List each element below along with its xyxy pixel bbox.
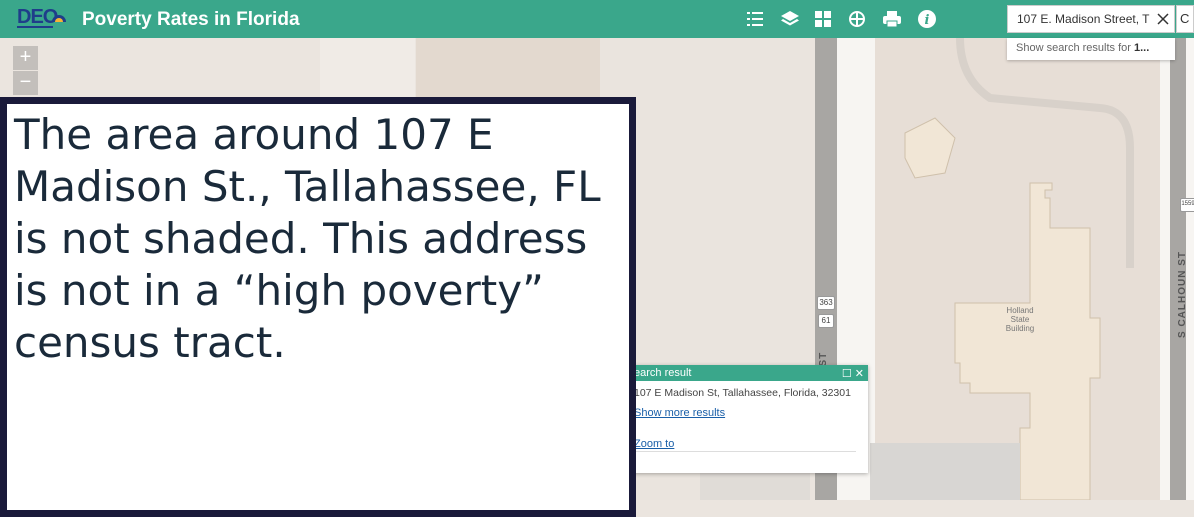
show-more-results-link[interactable]: Show more results: [634, 407, 856, 420]
popup-header: earch result ☐ ✕: [622, 365, 868, 381]
result-address: 107 E Madison St, Tallahassee, Florida, …: [634, 387, 851, 399]
zoom-to-link[interactable]: Zoom to: [634, 438, 856, 451]
app-title: Poverty Rates in Florida: [82, 9, 300, 30]
logo-underline: [17, 26, 53, 28]
building-label-line: Holland: [1006, 306, 1034, 315]
zoom-in-button[interactable]: +: [13, 46, 38, 70]
building-label-line: Building: [1005, 324, 1035, 333]
close-icon[interactable]: ✕: [855, 368, 864, 380]
popup-divider: [634, 451, 856, 452]
search-box: [1007, 5, 1175, 33]
search-suggestion[interactable]: Show search results for 1...: [1007, 38, 1175, 60]
info-icon[interactable]: i: [916, 8, 938, 30]
legend-icon[interactable]: [744, 8, 766, 30]
route-shield: 1559: [1180, 198, 1194, 212]
callout-text: The area around 107 E Madison St., Talla…: [14, 110, 601, 367]
popup-title: earch result: [634, 367, 692, 379]
route-shield: 363: [817, 296, 835, 310]
print-icon[interactable]: [881, 8, 903, 30]
widgets-icon[interactable]: [846, 8, 868, 30]
popup-body: 107 E Madison St, Tallahassee, Florida, …: [622, 381, 868, 457]
layers-icon[interactable]: [779, 8, 801, 30]
building-label-line: State: [1010, 315, 1030, 324]
zoom-controls: + −: [13, 46, 38, 96]
maximize-icon[interactable]: ☐: [842, 368, 852, 380]
annotation-callout: The area around 107 E Madison St., Talla…: [0, 97, 636, 517]
search-result-popup: earch result ☐ ✕ 107 E Madison St, Talla…: [622, 365, 868, 473]
app-header: DEO Poverty Rates in Florida i 107 E. Ma…: [0, 0, 1194, 38]
svg-text:i: i: [925, 13, 930, 28]
clear-icon[interactable]: [1156, 12, 1170, 26]
suggestion-prefix: Show search results for: [1016, 42, 1134, 54]
deo-logo[interactable]: DEO: [17, 6, 71, 32]
search-button[interactable]: C: [1176, 5, 1194, 33]
sun-icon: [52, 15, 66, 22]
popup-controls: ☐ ✕: [842, 366, 864, 382]
basemap-gallery-icon[interactable]: [812, 8, 834, 30]
building-label: Holland State Building: [1000, 306, 1040, 333]
suggestion-term: 1...: [1134, 42, 1150, 54]
zoom-out-button[interactable]: −: [13, 71, 38, 95]
search-input[interactable]: [1008, 6, 1154, 32]
route-shield: 61: [818, 314, 834, 328]
street-label-calhoun: S CALHOUN ST: [1177, 251, 1188, 338]
